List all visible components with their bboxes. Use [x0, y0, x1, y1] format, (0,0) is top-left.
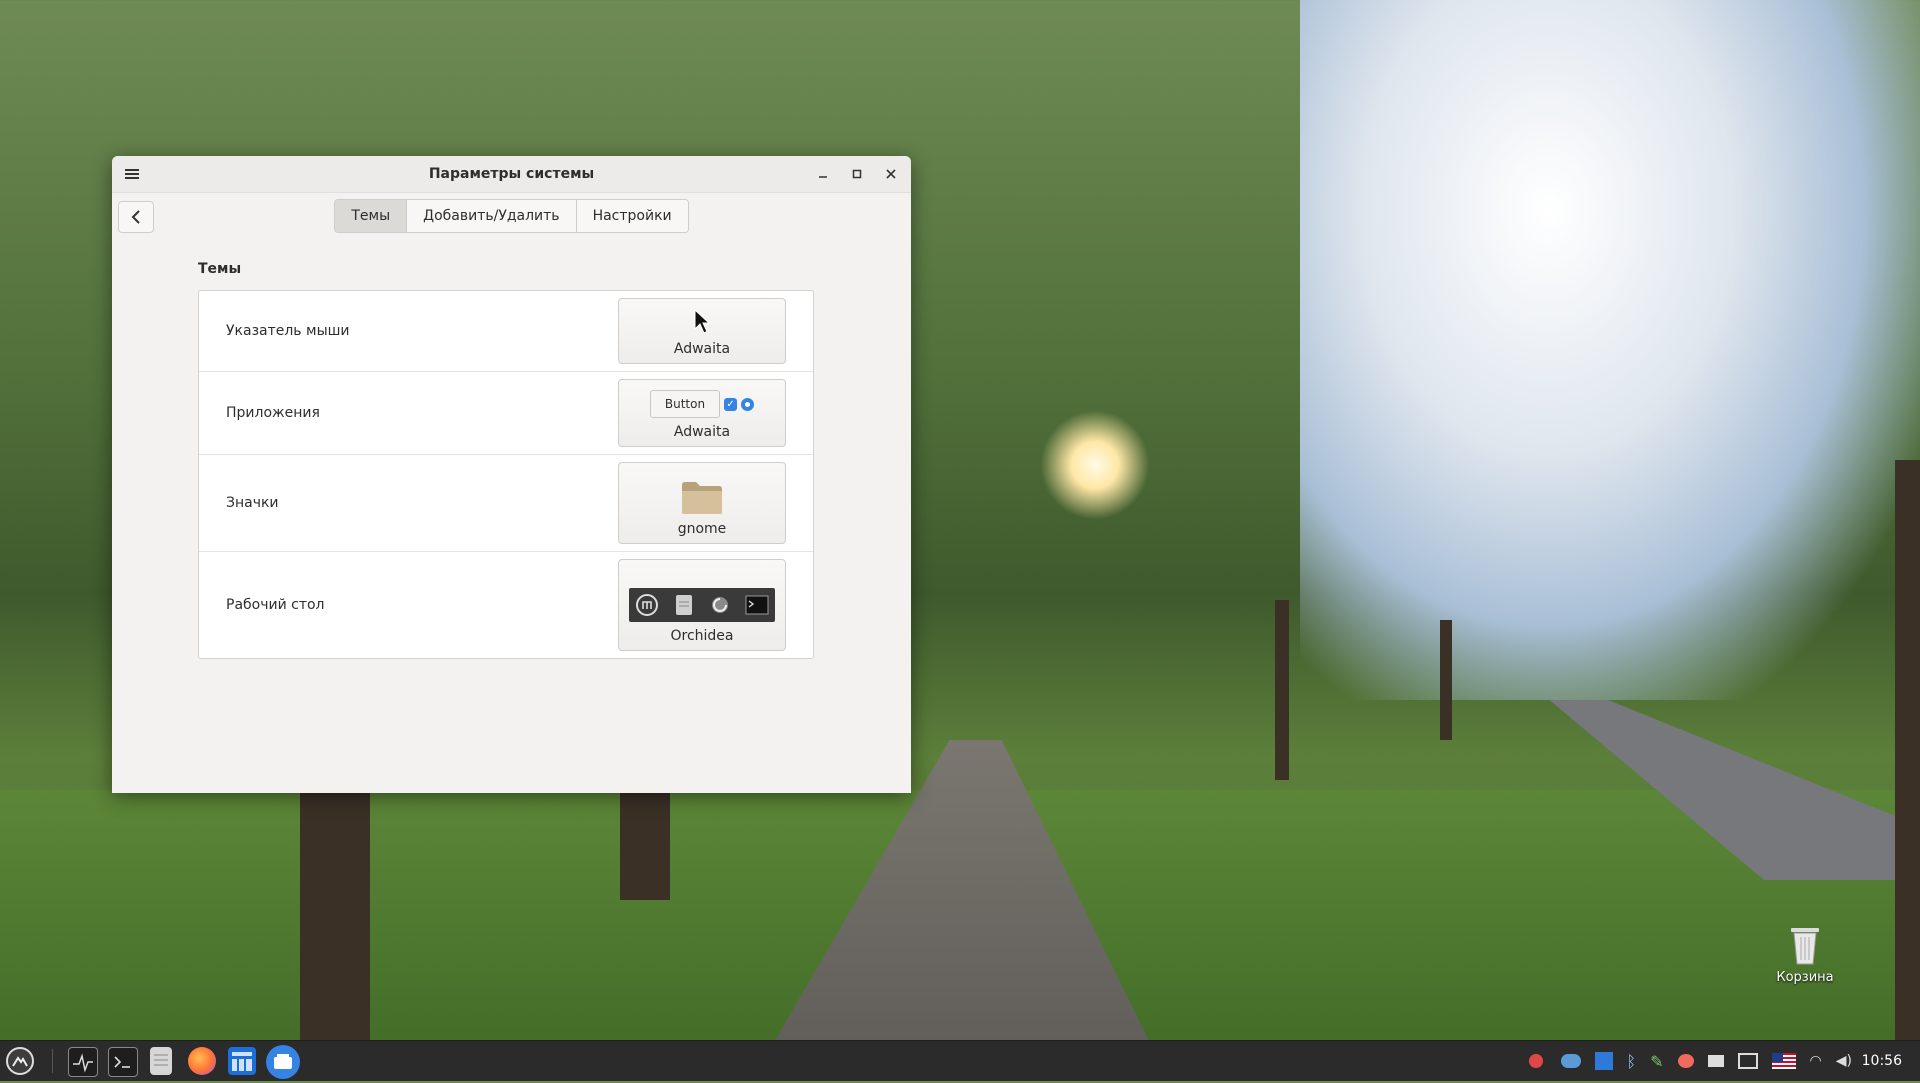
us-flag-icon[interactable]	[1771, 1053, 1796, 1069]
firefox-icon[interactable]	[188, 1047, 216, 1075]
desktop-theme-button[interactable]: Orchidea	[618, 559, 786, 651]
cloud-icon[interactable]	[1560, 1054, 1581, 1068]
theme-row-applications: Приложения Button ✓ Adwaita	[199, 372, 813, 455]
update-icon[interactable]	[1528, 1054, 1543, 1068]
preview-button: Button	[649, 390, 721, 418]
theme-row-desktop: Рабочий стол Orchidea	[199, 552, 813, 658]
wallpaper-tree-trunk	[1275, 600, 1289, 780]
trash-icon	[1791, 928, 1819, 965]
tab-settings[interactable]: Настройки	[576, 200, 688, 232]
clock[interactable]: 10:56	[1862, 1041, 1902, 1081]
app-theme-preview: Button ✓	[649, 390, 755, 418]
bluetooth-icon[interactable]: ᛒ	[1627, 1052, 1637, 1071]
section-title: Темы	[198, 261, 242, 277]
feather-icon[interactable]: ✎	[1650, 1052, 1663, 1071]
theme-row-label: Значки	[226, 495, 279, 511]
files-icon	[671, 592, 697, 618]
network-icon[interactable]	[1594, 1052, 1613, 1070]
radio-icon	[741, 397, 755, 411]
chat-icon[interactable]	[1677, 1054, 1694, 1068]
maximize-icon	[852, 169, 862, 179]
minimize-icon	[819, 176, 827, 178]
wallpaper-tree-trunk	[1895, 460, 1920, 1060]
software-manager-icon[interactable]	[266, 1045, 300, 1079]
window-titlebar[interactable]: Параметры системы	[112, 156, 911, 193]
maximize-button[interactable]	[841, 156, 873, 192]
cursor-theme-button[interactable]: Adwaita	[618, 298, 786, 364]
theme-name: Orchidea	[670, 628, 734, 644]
wallpaper-tree-trunk	[1440, 620, 1452, 740]
printer-icon[interactable]	[1707, 1055, 1724, 1067]
wallpaper-tree-trunk	[300, 780, 370, 1040]
system-monitor-icon[interactable]	[68, 1047, 98, 1077]
system-tray: ᛒ ✎ ◠ ◀)	[1528, 1041, 1860, 1081]
theme-row-icons: Значки gnome	[199, 455, 813, 552]
mint-logo-icon	[634, 592, 660, 618]
themes-list: Указатель мыши Adwaita Приложения Button…	[198, 290, 814, 659]
tab-themes[interactable]: Темы	[335, 200, 408, 232]
tab-switcher: Темы Добавить/Удалить Настройки	[334, 199, 689, 233]
terminal-icon	[744, 592, 770, 618]
close-button[interactable]	[875, 156, 907, 192]
calculator-icon[interactable]	[228, 1047, 256, 1075]
desktop-theme-preview	[629, 588, 775, 622]
trash-desktop-icon[interactable]: Корзина	[1770, 922, 1840, 985]
wallpaper-tree-trunk	[620, 790, 670, 900]
terminal-icon[interactable]	[108, 1047, 138, 1077]
taskbar-separator	[52, 1049, 53, 1073]
checkbox-icon: ✓	[724, 397, 738, 411]
wallpaper-sun	[1040, 410, 1150, 520]
theme-row-cursor: Указатель мыши Adwaita	[199, 291, 813, 372]
mouse-pointer-icon	[694, 309, 711, 334]
taskbar: ᛒ ✎ ◠ ◀) 10:56	[0, 1040, 1920, 1081]
wallpaper-sky	[1300, 0, 1920, 700]
menu-icon[interactable]	[6, 1047, 34, 1075]
refresh-icon	[707, 592, 733, 618]
display-icon[interactable]	[1737, 1053, 1758, 1069]
window-title: Параметры системы	[428, 166, 595, 182]
chevron-left-icon	[131, 210, 140, 224]
theme-row-label: Рабочий стол	[226, 597, 325, 613]
back-button[interactable]	[118, 201, 154, 233]
minimize-button[interactable]	[807, 156, 839, 192]
theme-row-label: Приложения	[226, 405, 320, 421]
theme-name: Adwaita	[673, 424, 731, 440]
tab-add-remove[interactable]: Добавить/Удалить	[407, 200, 577, 232]
theme-row-label: Указатель мыши	[226, 323, 350, 339]
folder-icon	[682, 482, 722, 514]
icons-theme-button[interactable]: gnome	[618, 462, 786, 544]
wifi-icon[interactable]: ◠	[1810, 1053, 1822, 1069]
applications-theme-button[interactable]: Button ✓ Adwaita	[618, 379, 786, 447]
themes-window: Параметры системы Темы Добавить/Удалить …	[112, 156, 911, 793]
hamburger-menu-icon[interactable]	[116, 156, 148, 192]
header-bar: Темы Добавить/Удалить Настройки	[112, 193, 911, 247]
theme-name: Adwaita	[673, 341, 731, 357]
theme-name: gnome	[677, 521, 727, 537]
volume-icon[interactable]: ◀)	[1836, 1053, 1852, 1069]
trash-label: Корзина	[1776, 970, 1834, 985]
close-icon	[886, 169, 896, 179]
files-icon[interactable]	[150, 1047, 172, 1075]
